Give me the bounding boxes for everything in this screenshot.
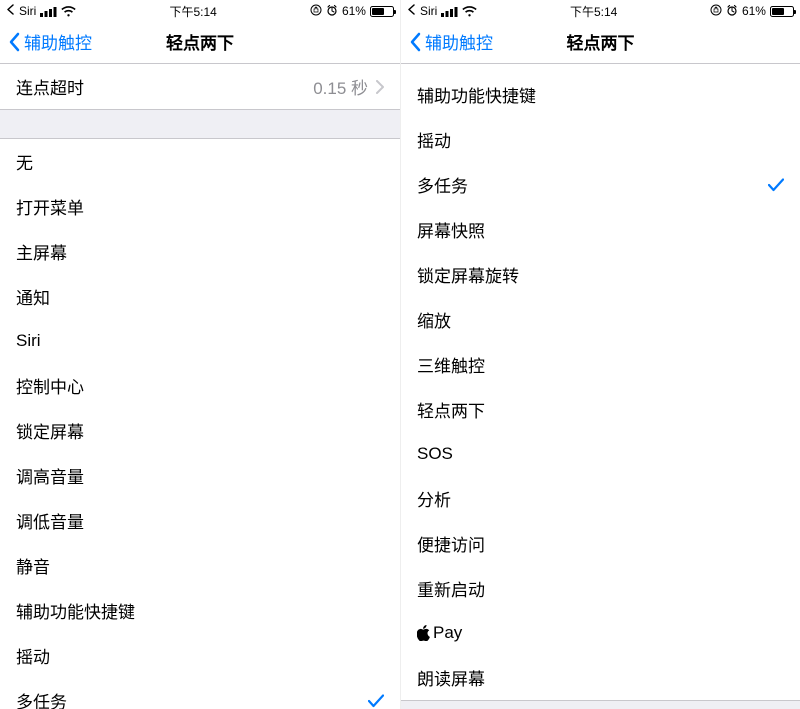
list-item[interactable]: Siri (0, 319, 400, 363)
list-item[interactable]: 主屏幕 (0, 229, 400, 274)
list-item-label: Siri (16, 331, 384, 351)
status-left: Siri (6, 4, 76, 18)
list-item[interactable]: 分析 (401, 476, 800, 521)
list-item-label: 朗读屏幕 (417, 665, 784, 690)
list-item[interactable]: 调低音量 (0, 498, 400, 543)
list-item-label: 无 (16, 149, 384, 174)
lock-orientation-icon (710, 4, 722, 19)
list-item[interactable]: 便捷访问 (401, 521, 800, 566)
list-item-label: 辅助功能快捷键 (417, 82, 784, 107)
nav-bar: 辅助触控 轻点两下 (0, 20, 400, 64)
list-item[interactable]: 锁定屏幕 (0, 408, 400, 453)
alarm-icon (726, 4, 738, 19)
list-item[interactable]: 轻点两下 (401, 387, 800, 432)
list-item-label: Pay (417, 623, 784, 643)
wifi-icon (462, 6, 477, 17)
list-item-label: 屏幕快照 (417, 217, 784, 242)
back-label: 辅助触控 (24, 29, 92, 54)
battery-icon (370, 6, 394, 17)
nav-bar: 辅助触控 轻点两下 (401, 20, 800, 64)
list-item-label: 辅助功能快捷键 (16, 598, 384, 623)
row-timeout-value: 0.15 秒 (313, 74, 368, 99)
list-item[interactable]: 锁定屏幕旋转 (401, 252, 800, 297)
list-item[interactable]: 缩放 (401, 297, 800, 342)
list-item-label: SOS (417, 444, 784, 464)
list-item-label: 便捷访问 (417, 531, 784, 556)
list-item[interactable]: 控制中心 (0, 363, 400, 408)
status-right: 61% (710, 4, 794, 19)
list-item-label: 摇动 (16, 643, 384, 668)
signal-icon (40, 6, 57, 17)
row-partial-cutoff-top (401, 64, 800, 72)
list-item[interactable]: 辅助功能快捷键 (0, 588, 400, 633)
status-siri-label: Siri (420, 4, 437, 18)
signal-icon (441, 6, 458, 17)
phone-left: Siri 下午5:14 61% (0, 0, 400, 709)
list-item-label: 锁定屏幕旋转 (417, 262, 784, 287)
list-item-label: 调低音量 (16, 508, 384, 533)
list-item-label: 控制中心 (16, 373, 384, 398)
back-to-siri-icon[interactable] (407, 4, 416, 18)
alarm-icon (326, 4, 338, 19)
list-item-label: 调高音量 (16, 463, 384, 488)
list-item-label: 多任务 (417, 172, 768, 197)
settings-list-left: 连点超时 0.15 秒 无打开菜单主屏幕通知 Siri 控制中心锁定屏幕调高音量调低… (0, 64, 400, 709)
list-item-label: 分析 (417, 486, 784, 511)
list-item[interactable]: 摇动 (0, 633, 400, 678)
row-timeout[interactable]: 连点超时 0.15 秒 (0, 64, 400, 109)
battery-icon (770, 6, 794, 17)
list-item[interactable]: 摇动 (401, 117, 800, 162)
list-item[interactable]: 通知 (0, 274, 400, 319)
list-item-label: 三维触控 (417, 352, 784, 377)
status-siri-label: Siri (19, 4, 36, 18)
list-item-label: 重新启动 (417, 576, 784, 601)
back-to-siri-icon[interactable] (6, 4, 15, 18)
list-item[interactable]: 调高音量 (0, 453, 400, 498)
list-item[interactable]: 打开菜单 (0, 184, 400, 229)
list-item[interactable]: 重新启动 (401, 566, 800, 611)
phone-right: Siri 下午5:14 61% (400, 0, 800, 709)
list-item-label: 通知 (16, 284, 384, 309)
list-item[interactable]: 屏幕快照 (401, 207, 800, 252)
back-button[interactable]: 辅助触控 (0, 29, 92, 54)
status-bar: Siri 下午5:14 61% (0, 0, 400, 20)
list-item-label: 主屏幕 (16, 239, 384, 264)
list-item[interactable]: 朗读屏幕 (401, 655, 800, 700)
checkmark-icon (368, 694, 384, 708)
list-item[interactable]: 辅助功能快捷键 (401, 72, 800, 117)
settings-list-right: 辅助功能快捷键摇动多任务屏幕快照锁定屏幕旋转缩放三维触控轻点两下 SOS 分析便捷访… (401, 64, 800, 709)
battery-pct: 61% (742, 4, 766, 18)
lock-orientation-icon (310, 4, 322, 19)
status-time: 下午5:14 (169, 3, 216, 20)
back-label: 辅助触控 (425, 29, 493, 54)
list-item[interactable]: 静音 (0, 543, 400, 588)
section-footer-spacer (401, 700, 800, 709)
wifi-icon (61, 6, 76, 17)
status-right: 61% (310, 4, 394, 19)
list-item[interactable]: 无 (0, 139, 400, 184)
checkmark-icon (768, 178, 784, 192)
list-item[interactable]: 多任务 (0, 678, 400, 709)
list-item-label: 缩放 (417, 307, 784, 332)
list-item[interactable]: 三维触控 (401, 342, 800, 387)
status-left: Siri (407, 4, 477, 18)
section-spacer (0, 109, 400, 139)
list-item[interactable]: 多任务 (401, 162, 800, 207)
list-item[interactable]: Pay (401, 611, 800, 655)
list-item-label: 锁定屏幕 (16, 418, 384, 443)
battery-pct: 61% (342, 4, 366, 18)
status-bar: Siri 下午5:14 61% (401, 0, 800, 20)
status-time: 下午5:14 (570, 3, 617, 20)
row-timeout-label: 连点超时 (16, 74, 313, 99)
list-item-label: 打开菜单 (16, 194, 384, 219)
list-item-label: 静音 (16, 553, 384, 578)
chevron-right-icon (376, 80, 384, 94)
list-item-label: 轻点两下 (417, 397, 784, 422)
list-item-label: 摇动 (417, 127, 784, 152)
list-item-label: 多任务 (16, 688, 368, 709)
back-button[interactable]: 辅助触控 (401, 29, 493, 54)
list-item[interactable]: SOS (401, 432, 800, 476)
